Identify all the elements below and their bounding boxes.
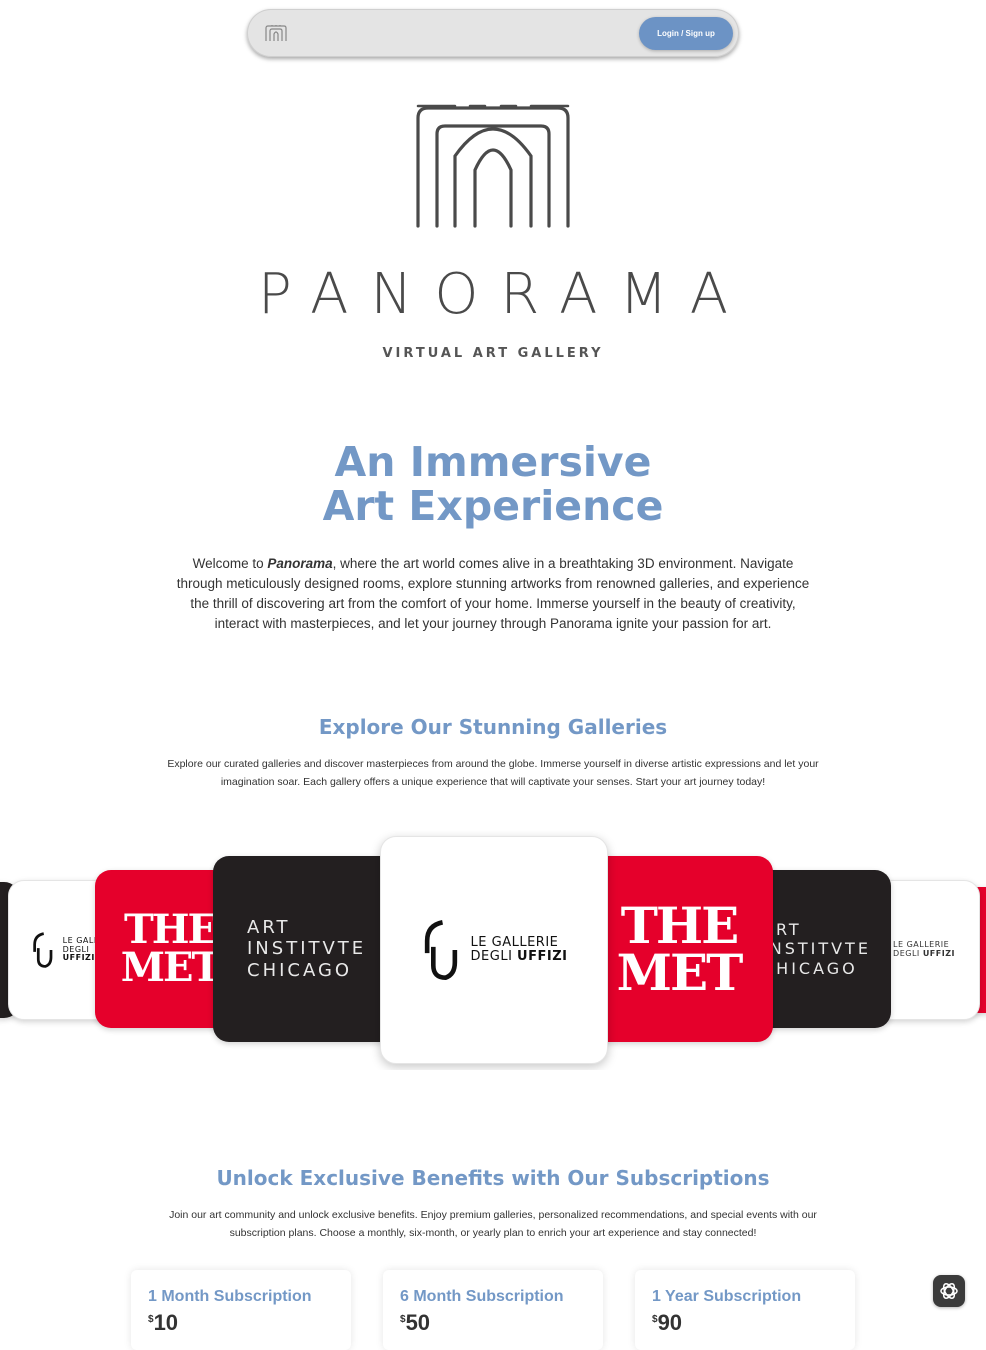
aic-r-line1: ART	[762, 920, 802, 940]
aic-line3: CHICAGO	[247, 959, 353, 981]
top-navbar: Login / Sign up	[247, 9, 739, 57]
aic-r-line2: INSTITVTE	[762, 939, 871, 959]
uffizi-c-line2a: DEGLI	[470, 949, 518, 964]
uffizi-r-line2b: UFFIZI	[922, 949, 955, 958]
galleries-title: Explore Our Stunning Galleries	[318, 715, 668, 739]
plan-title: 1 Year Subscription	[652, 1288, 802, 1305]
login-signup-button[interactable]: Login / Sign up	[639, 17, 733, 50]
brand-subtitle: VIRTUAL ART GALLERY	[382, 346, 604, 361]
met-r-line1: THE	[620, 895, 740, 955]
plan-price-value: 50	[405, 1310, 431, 1335]
aic-line1: ART	[247, 916, 291, 938]
plan-price-value: 10	[153, 1310, 179, 1335]
aic-r-line3: CHICAGO	[762, 958, 858, 978]
brand-name: PANORAMA	[257, 262, 751, 327]
gallery-card-met-right[interactable]: THE MET	[585, 856, 773, 1042]
uffizi-logo-icon	[33, 932, 53, 968]
plan-card-6-month[interactable]: 6 Month Subscription $50	[383, 1270, 603, 1350]
plan-price: $90	[652, 1310, 682, 1336]
plan-price-value: 90	[657, 1310, 683, 1335]
plan-title: 6 Month Subscription	[400, 1288, 564, 1305]
plan-price: $50	[400, 1310, 430, 1336]
hero-title-line1: An Immersive	[334, 438, 652, 486]
uffizi-line2b: UFFIZI	[62, 953, 95, 963]
plan-title: 1 Month Subscription	[148, 1288, 312, 1305]
met-r-line2: MET	[616, 943, 744, 1002]
uffizi-r-line2a: DEGLI	[893, 949, 923, 958]
gallery-card-uffizi-center[interactable]: LE GALLERIE DEGLI UFFIZI	[380, 836, 608, 1064]
intro-brand: Panorama	[267, 556, 333, 571]
plan-card-1-month[interactable]: 1 Month Subscription $10	[131, 1270, 351, 1350]
uffizi-center-logo-icon	[424, 920, 457, 981]
gallery-card-aic-left[interactable]: ART INSTITVTE CHICAGO	[213, 856, 403, 1042]
hero-intro: Welcome to Panorama, where the art world…	[173, 554, 813, 634]
uffizi-line2a: DEGLI	[62, 944, 90, 954]
uffizi-c-line1: LE GALLERIE	[470, 934, 559, 950]
hero-title-line2: Art Experience	[322, 482, 664, 530]
plan-card-1-year[interactable]: 1 Year Subscription $90	[635, 1270, 855, 1350]
galleries-description: Explore our curated galleries and discov…	[167, 758, 819, 788]
chat-widget-glyph	[940, 1283, 958, 1299]
hero-title: An Immersive Art Experience	[0, 440, 986, 528]
panorama-logo-mark	[416, 104, 570, 228]
uffizi-c-line2b: UFFIZI	[517, 949, 568, 964]
panorama-arch-icon[interactable]	[264, 24, 288, 42]
gallery-carousel[interactable]: LE GALLERIE DEGLI UFFIZI THE MET ART INS…	[0, 830, 986, 1070]
plan-price: $10	[148, 1310, 178, 1336]
intro-prefix: Welcome to	[192, 556, 268, 571]
met-line2: MET	[120, 944, 222, 991]
chatgpt-icon[interactable]	[933, 1275, 965, 1307]
aic-line2: INSTITVTE	[247, 938, 367, 960]
subscription-plans: 1 Month Subscription $10 6 Month Subscri…	[0, 1270, 986, 1350]
subscriptions-description: Join our art community and unlock exclus…	[169, 1209, 817, 1239]
subscriptions-title: Unlock Exclusive Benefits with Our Subsc…	[216, 1166, 770, 1190]
